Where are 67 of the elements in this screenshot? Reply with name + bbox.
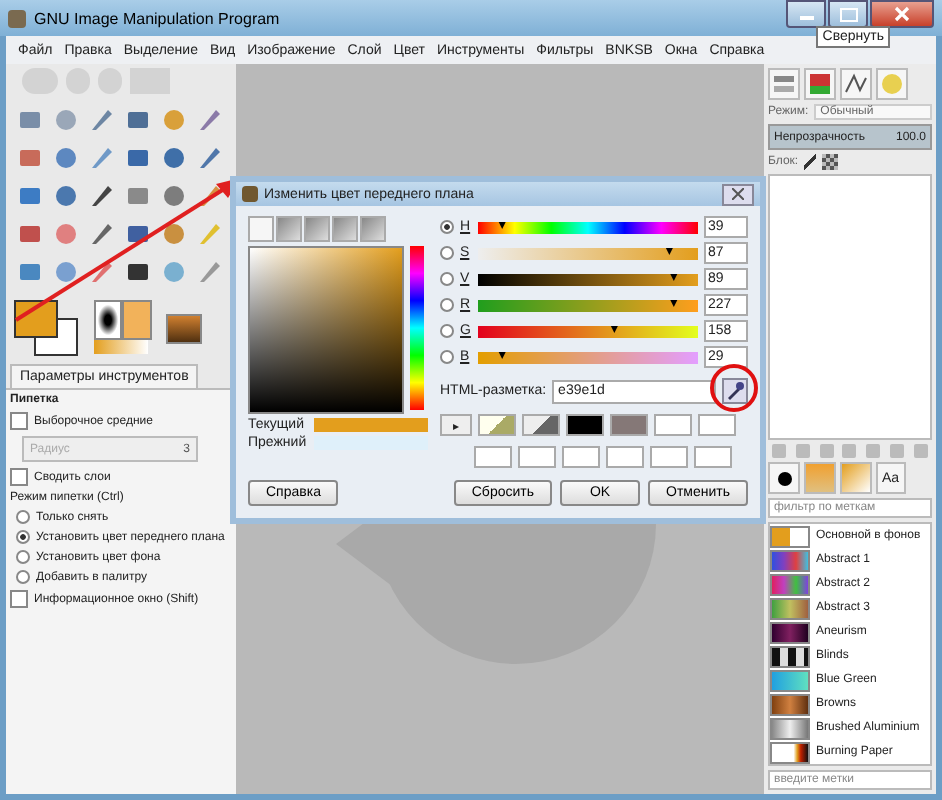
hue-strip[interactable] bbox=[410, 246, 424, 410]
selector-tab-icon[interactable] bbox=[248, 216, 274, 242]
dialog-icon bbox=[242, 186, 258, 202]
color-swatch[interactable] bbox=[474, 446, 512, 468]
minimize-button[interactable] bbox=[786, 0, 826, 28]
checkbox[interactable] bbox=[10, 468, 28, 486]
slider-thumb[interactable] bbox=[498, 351, 507, 359]
radio-button[interactable] bbox=[440, 324, 454, 338]
layers-tab-icon[interactable] bbox=[768, 68, 800, 100]
color-swatch[interactable] bbox=[562, 446, 600, 468]
selector-tab-icon[interactable] bbox=[304, 216, 330, 242]
color-swatch[interactable] bbox=[650, 446, 688, 468]
tool-icon[interactable] bbox=[86, 180, 118, 212]
channel-slider[interactable] bbox=[478, 299, 698, 311]
color-swatch[interactable] bbox=[694, 446, 732, 468]
radio-button[interactable] bbox=[16, 570, 30, 584]
brush-tab-icon[interactable] bbox=[768, 462, 800, 494]
color-swatch[interactable] bbox=[606, 446, 644, 468]
checkbox[interactable] bbox=[10, 590, 28, 608]
close-button[interactable] bbox=[870, 0, 934, 28]
color-swatch[interactable] bbox=[698, 414, 736, 436]
radio-button[interactable] bbox=[440, 350, 454, 364]
selector-tab-icon[interactable] bbox=[360, 216, 386, 242]
brush-preview[interactable] bbox=[94, 300, 150, 356]
channel-slider[interactable] bbox=[478, 221, 698, 233]
radio-button[interactable] bbox=[16, 530, 30, 544]
paths-tab-icon[interactable] bbox=[840, 68, 872, 100]
color-swatch[interactable] bbox=[478, 414, 516, 436]
color-swatch[interactable] bbox=[518, 446, 556, 468]
radio-button[interactable] bbox=[440, 298, 454, 312]
color-swatch[interactable] bbox=[566, 414, 604, 436]
slider-thumb[interactable] bbox=[665, 247, 674, 255]
close-button[interactable] bbox=[722, 183, 754, 205]
app-icon bbox=[8, 9, 26, 27]
slider-thumb[interactable] bbox=[498, 221, 507, 229]
color-swatch[interactable] bbox=[610, 414, 648, 436]
channel-slider[interactable] bbox=[478, 325, 698, 337]
radio-button[interactable] bbox=[440, 272, 454, 286]
radio-button[interactable] bbox=[440, 220, 454, 234]
checkbox[interactable] bbox=[10, 412, 28, 430]
checker-lock-icon[interactable] bbox=[822, 154, 839, 170]
channels-tab-icon[interactable] bbox=[804, 68, 836, 100]
close-icon bbox=[894, 6, 910, 22]
radio-button[interactable] bbox=[440, 246, 454, 260]
color-swatches[interactable] bbox=[14, 300, 78, 356]
radio-button[interactable] bbox=[16, 550, 30, 564]
color-swatch[interactable] bbox=[654, 414, 692, 436]
current-color bbox=[314, 418, 428, 432]
channel-slider[interactable] bbox=[478, 247, 698, 259]
selector-tab-icon[interactable] bbox=[332, 216, 358, 242]
window-title: GNU Image Manipulation Program bbox=[34, 9, 280, 27]
image-thumbnail[interactable] bbox=[166, 313, 202, 343]
slider-thumb[interactable] bbox=[610, 325, 619, 333]
channel-slider[interactable] bbox=[478, 273, 698, 285]
color-swatch[interactable] bbox=[522, 414, 560, 436]
channel-slider[interactable] bbox=[478, 351, 698, 363]
maximize-button[interactable] bbox=[828, 0, 868, 28]
brush-lock-icon[interactable] bbox=[804, 154, 817, 170]
close-icon bbox=[732, 188, 744, 200]
eyedropper-button[interactable] bbox=[722, 378, 748, 404]
color-field[interactable] bbox=[248, 246, 404, 414]
selector-tab-icon[interactable] bbox=[276, 216, 302, 242]
slider-thumb[interactable] bbox=[669, 299, 678, 307]
gradient-tab-icon[interactable] bbox=[840, 462, 872, 494]
slider-thumb[interactable] bbox=[669, 273, 678, 281]
radio-button[interactable] bbox=[16, 510, 30, 524]
tool-icon[interactable] bbox=[86, 218, 118, 250]
